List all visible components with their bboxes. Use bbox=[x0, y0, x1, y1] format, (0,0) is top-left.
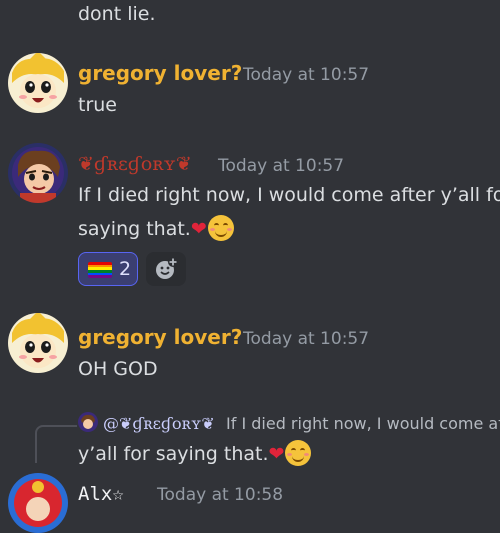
avatar-image bbox=[8, 473, 68, 533]
reply-mention[interactable]: @❦ɠʀɛɠօʀʏ❦ bbox=[103, 414, 215, 433]
reaction-rainbow-flag[interactable]: 2 bbox=[78, 252, 138, 286]
add-reaction-icon bbox=[156, 257, 178, 279]
timestamp[interactable]: Today at 10:57 bbox=[218, 156, 344, 176]
username[interactable]: Alx☆ bbox=[78, 483, 124, 505]
message-text: OH GOD bbox=[78, 358, 158, 380]
smiling-face-emoji bbox=[285, 440, 312, 466]
smiling-face-emoji bbox=[207, 215, 234, 241]
message-text: true bbox=[78, 94, 117, 116]
timestamp[interactable]: Today at 10:57 bbox=[243, 329, 369, 349]
avatar-image bbox=[8, 143, 68, 203]
avatar-image bbox=[78, 412, 98, 432]
message-text-line2: saying that.❤ bbox=[78, 215, 234, 241]
reaction-count: 2 bbox=[119, 258, 132, 280]
reply-preview[interactable]: If I died right now, I would come afte bbox=[226, 414, 500, 433]
timestamp[interactable]: Today at 10:57 bbox=[243, 65, 369, 85]
avatar-alx[interactable] bbox=[8, 473, 68, 533]
timestamp[interactable]: Today at 10:58 bbox=[157, 485, 283, 505]
message-text-line: y’all for saying that.❤ bbox=[78, 440, 312, 466]
username[interactable]: gregory lover? bbox=[78, 325, 242, 349]
message-text: dont lie. bbox=[78, 3, 156, 25]
avatar-gregory-lover[interactable] bbox=[8, 313, 68, 373]
avatar-image bbox=[8, 313, 68, 373]
message-text: y’all for saying that. bbox=[78, 443, 269, 465]
heart-emoji: ❤ bbox=[268, 443, 285, 465]
rainbow-flag-icon bbox=[88, 262, 112, 278]
reply-avatar[interactable] bbox=[78, 412, 98, 432]
avatar-gregory-lover[interactable] bbox=[8, 53, 68, 113]
heart-emoji: ❤ bbox=[190, 218, 207, 240]
reply-connector bbox=[35, 425, 77, 463]
reply-author: @❦ɠʀɛɠօʀʏ❦ bbox=[103, 414, 215, 433]
avatar-gregory[interactable] bbox=[8, 143, 68, 203]
username[interactable]: ❦ɠʀɛɠօʀʏ❦ bbox=[78, 153, 192, 175]
message-text: saying that. bbox=[78, 218, 191, 240]
message-text: If I died right now, I would come after … bbox=[78, 184, 500, 206]
avatar-image bbox=[8, 53, 68, 113]
add-reaction-button[interactable] bbox=[146, 252, 186, 286]
username[interactable]: gregory lover? bbox=[78, 61, 242, 85]
